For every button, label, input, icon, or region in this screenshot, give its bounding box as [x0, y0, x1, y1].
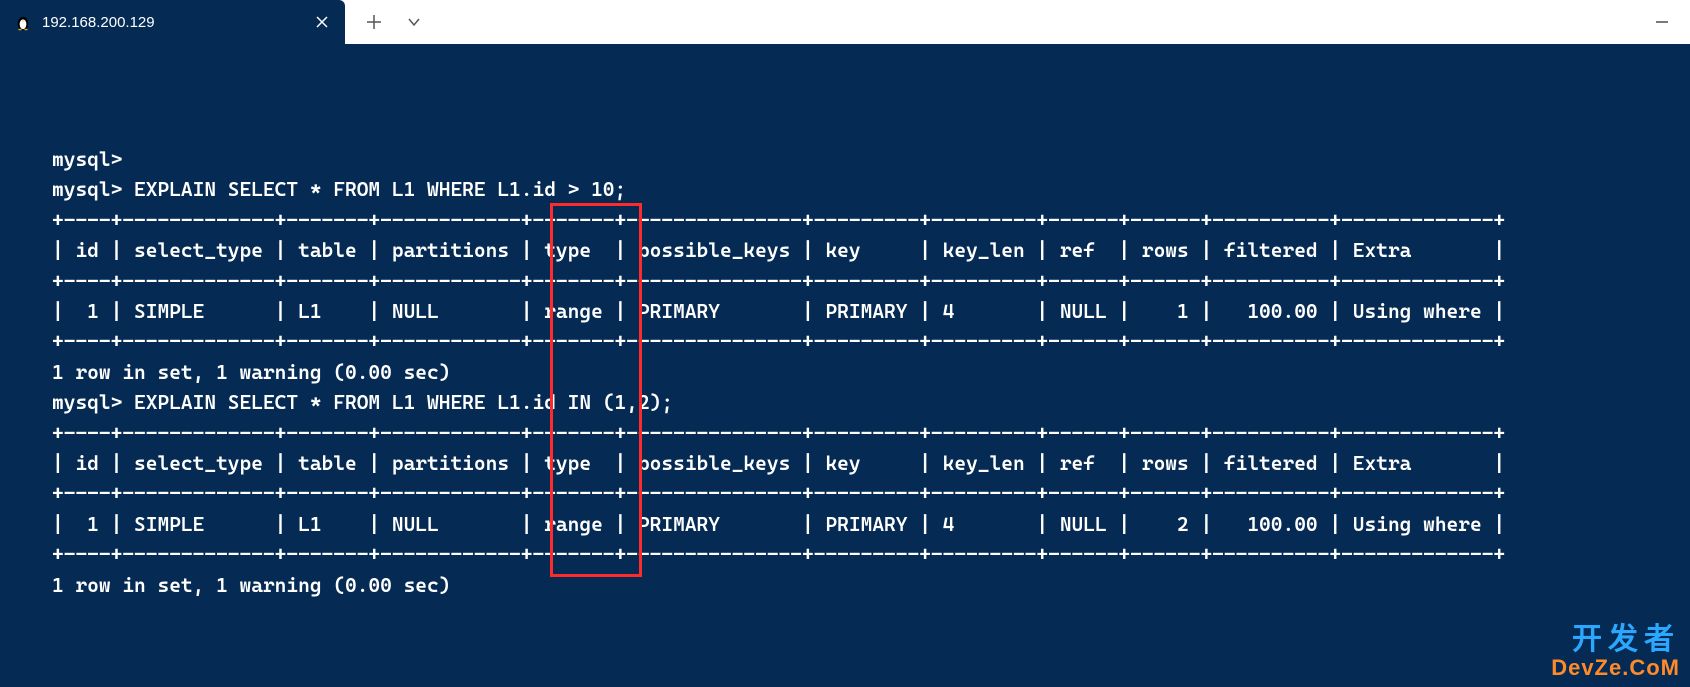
terminal-line: mysql> EXPLAIN SELECT * FROM L1 WHERE L1… — [52, 387, 1505, 417]
terminal-body[interactable]: mysql>mysql> EXPLAIN SELECT * FROM L1 WH… — [0, 44, 1690, 105]
penguin-icon — [14, 13, 32, 31]
terminal-line: 1 row in set, 1 warning (0.00 sec) — [52, 357, 1505, 387]
terminal-line: mysql> — [52, 144, 1505, 174]
watermark: 开发者 DevZe.CoM — [1551, 624, 1680, 679]
terminal-line: mysql> EXPLAIN SELECT * FROM L1 WHERE L1… — [52, 174, 1505, 204]
watermark-top: 开发者 — [1551, 624, 1680, 656]
terminal-line: +----+-------------+-------+------------… — [52, 478, 1505, 508]
new-tab-button[interactable] — [363, 11, 385, 33]
terminal-line: +----+-------------+-------+------------… — [52, 266, 1505, 296]
close-tab-button[interactable] — [313, 13, 331, 31]
terminal-line: | 1 | SIMPLE | L1 | NULL | range | PRIMA… — [52, 296, 1505, 326]
terminal-line: +----+-------------+-------+------------… — [52, 539, 1505, 569]
terminal-line: +----+-------------+-------+------------… — [52, 418, 1505, 448]
terminal-line: | id | select_type | table | partitions … — [52, 448, 1505, 478]
window-controls — [1634, 0, 1690, 44]
watermark-bottom: DevZe.CoM — [1551, 656, 1680, 679]
terminal-line: +----+-------------+-------+------------… — [52, 205, 1505, 235]
terminal-line: +----+-------------+-------+------------… — [52, 326, 1505, 356]
terminal-line: | id | select_type | table | partitions … — [52, 235, 1505, 265]
tab-bar-actions — [345, 0, 425, 44]
terminal-line: 1 row in set, 1 warning (0.00 sec) — [52, 570, 1505, 600]
minimize-button[interactable] — [1634, 0, 1690, 44]
terminal-line: | 1 | SIMPLE | L1 | NULL | range | PRIMA… — [52, 509, 1505, 539]
terminal-tab[interactable]: 192.168.200.129 — [0, 0, 345, 44]
tab-dropdown-button[interactable] — [403, 11, 425, 33]
tab-title: 192.168.200.129 — [42, 14, 303, 31]
titlebar: 192.168.200.129 — [0, 0, 1690, 44]
